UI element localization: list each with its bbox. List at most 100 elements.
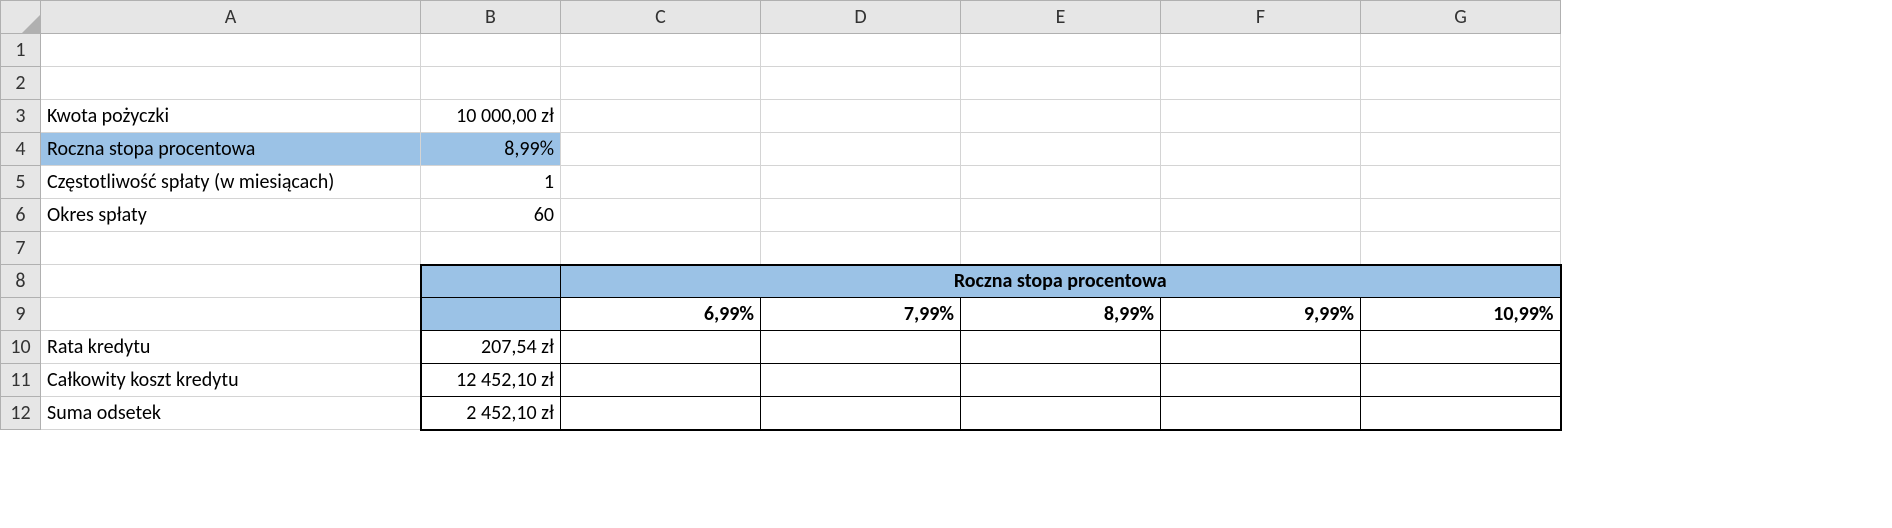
cell-F1[interactable]	[1161, 34, 1361, 67]
cell-E6[interactable]	[961, 199, 1161, 232]
cell-C11[interactable]	[561, 364, 761, 397]
cell-C6[interactable]	[561, 199, 761, 232]
cell-A10[interactable]: Rata kredytu	[41, 331, 421, 364]
cell-E4[interactable]	[961, 133, 1161, 166]
cell-A3[interactable]: Kwota pożyczki	[41, 100, 421, 133]
col-header-A[interactable]: A	[41, 1, 421, 34]
cell-E1[interactable]	[961, 34, 1161, 67]
row-header-9[interactable]: 9	[1, 298, 41, 331]
cell-F7[interactable]	[1161, 232, 1361, 265]
cell-E7[interactable]	[961, 232, 1161, 265]
cell-B8[interactable]	[421, 265, 561, 298]
cell-C8-G8[interactable]: Roczna stopa procentowa	[561, 265, 1561, 298]
cell-E10[interactable]	[961, 331, 1161, 364]
cell-A5[interactable]: Częstotliwość spłaty (w miesiącach)	[41, 166, 421, 199]
cell-D7[interactable]	[761, 232, 961, 265]
cell-D2[interactable]	[761, 67, 961, 100]
cell-D4[interactable]	[761, 133, 961, 166]
cell-A1[interactable]	[41, 34, 421, 67]
cell-F12[interactable]	[1161, 397, 1361, 430]
cell-F3[interactable]	[1161, 100, 1361, 133]
cell-E2[interactable]	[961, 67, 1161, 100]
cell-C2[interactable]	[561, 67, 761, 100]
row-header-8[interactable]: 8	[1, 265, 41, 298]
cell-B3[interactable]: 10 000,00 zł	[421, 100, 561, 133]
row-header-7[interactable]: 7	[1, 232, 41, 265]
cell-B10[interactable]: 207,54 zł	[421, 331, 561, 364]
cell-D11[interactable]	[761, 364, 961, 397]
cell-A4[interactable]: Roczna stopa procentowa	[41, 133, 421, 166]
cell-C9[interactable]: 6,99%	[561, 298, 761, 331]
cell-E5[interactable]	[961, 166, 1161, 199]
cell-C7[interactable]	[561, 232, 761, 265]
col-header-B[interactable]: B	[421, 1, 561, 34]
cell-B1[interactable]	[421, 34, 561, 67]
row-header-1[interactable]: 1	[1, 34, 41, 67]
col-header-D[interactable]: D	[761, 1, 961, 34]
cell-F6[interactable]	[1161, 199, 1361, 232]
col-header-F[interactable]: F	[1161, 1, 1361, 34]
cell-F5[interactable]	[1161, 166, 1361, 199]
cell-B2[interactable]	[421, 67, 561, 100]
col-header-C[interactable]: C	[561, 1, 761, 34]
cell-G5[interactable]	[1361, 166, 1561, 199]
cell-G7[interactable]	[1361, 232, 1561, 265]
cell-E11[interactable]	[961, 364, 1161, 397]
cell-D5[interactable]	[761, 166, 961, 199]
cell-B4[interactable]: 8,99%	[421, 133, 561, 166]
cell-G6[interactable]	[1361, 199, 1561, 232]
cell-G2[interactable]	[1361, 67, 1561, 100]
cell-B7[interactable]	[421, 232, 561, 265]
cell-F4[interactable]	[1161, 133, 1361, 166]
cell-C3[interactable]	[561, 100, 761, 133]
cell-B6[interactable]: 60	[421, 199, 561, 232]
cell-C4[interactable]	[561, 133, 761, 166]
row-header-10[interactable]: 10	[1, 331, 41, 364]
cell-E12[interactable]	[961, 397, 1161, 430]
cell-C10[interactable]	[561, 331, 761, 364]
cell-C5[interactable]	[561, 166, 761, 199]
row-header-6[interactable]: 6	[1, 199, 41, 232]
cell-A2[interactable]	[41, 67, 421, 100]
col-header-E[interactable]: E	[961, 1, 1161, 34]
cell-F2[interactable]	[1161, 67, 1361, 100]
cell-G12[interactable]	[1361, 397, 1561, 430]
cell-F10[interactable]	[1161, 331, 1361, 364]
cell-G4[interactable]	[1361, 133, 1561, 166]
cell-G9[interactable]: 10,99%	[1361, 298, 1561, 331]
col-header-G[interactable]: G	[1361, 1, 1561, 34]
cell-A7[interactable]	[41, 232, 421, 265]
row-header-12[interactable]: 12	[1, 397, 41, 430]
row-header-3[interactable]: 3	[1, 100, 41, 133]
cell-A8[interactable]	[41, 265, 421, 298]
spreadsheet-grid[interactable]: A B C D E F G 1 2 3 Kwota pożyczki 10 00…	[0, 0, 1562, 431]
cell-D12[interactable]	[761, 397, 961, 430]
cell-C1[interactable]	[561, 34, 761, 67]
select-all-corner[interactable]	[1, 1, 41, 34]
cell-D9[interactable]: 7,99%	[761, 298, 961, 331]
cell-B11[interactable]: 12 452,10 zł	[421, 364, 561, 397]
cell-D3[interactable]	[761, 100, 961, 133]
cell-A11[interactable]: Całkowity koszt kredytu	[41, 364, 421, 397]
cell-B12[interactable]: 2 452,10 zł	[421, 397, 561, 430]
cell-A9[interactable]	[41, 298, 421, 331]
cell-F9[interactable]: 9,99%	[1161, 298, 1361, 331]
cell-F11[interactable]	[1161, 364, 1361, 397]
row-header-5[interactable]: 5	[1, 166, 41, 199]
cell-B5[interactable]: 1	[421, 166, 561, 199]
cell-D1[interactable]	[761, 34, 961, 67]
cell-E3[interactable]	[961, 100, 1161, 133]
cell-G3[interactable]	[1361, 100, 1561, 133]
cell-D10[interactable]	[761, 331, 961, 364]
row-header-11[interactable]: 11	[1, 364, 41, 397]
cell-G1[interactable]	[1361, 34, 1561, 67]
row-header-2[interactable]: 2	[1, 67, 41, 100]
cell-A12[interactable]: Suma odsetek	[41, 397, 421, 430]
cell-B9[interactable]	[421, 298, 561, 331]
cell-C12[interactable]	[561, 397, 761, 430]
cell-G11[interactable]	[1361, 364, 1561, 397]
cell-G10[interactable]	[1361, 331, 1561, 364]
cell-E9[interactable]: 8,99%	[961, 298, 1161, 331]
cell-A6[interactable]: Okres spłaty	[41, 199, 421, 232]
cell-D6[interactable]	[761, 199, 961, 232]
